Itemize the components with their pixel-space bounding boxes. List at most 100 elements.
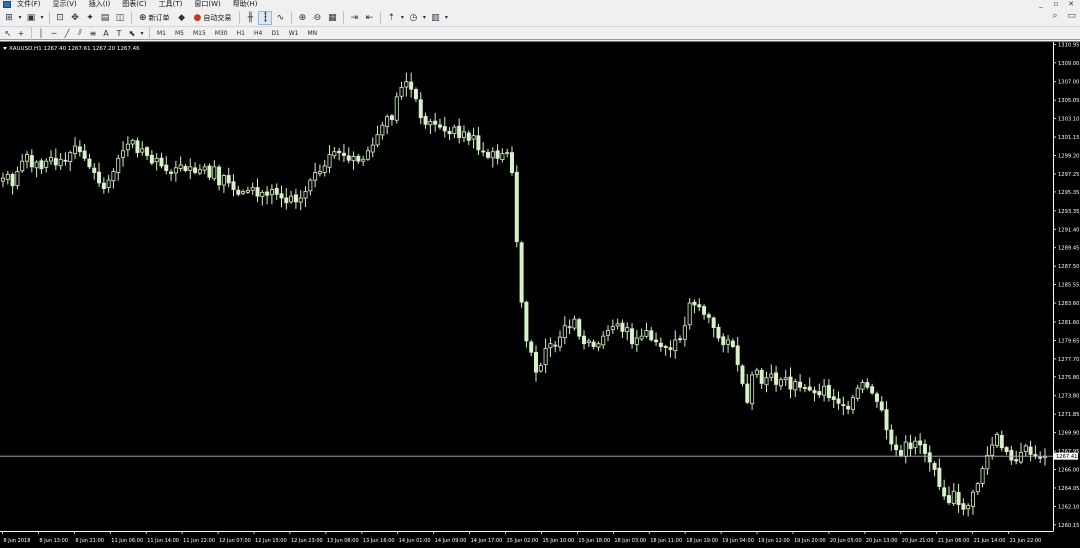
candle-body <box>567 326 572 329</box>
auto-trading-icon: ● <box>193 12 202 23</box>
auto-scroll-icon[interactable]: ⇥ <box>347 11 361 25</box>
cursor-icon[interactable]: ↖ <box>2 28 14 38</box>
timeframe-m30[interactable]: M30 <box>211 28 232 38</box>
candle-body <box>1018 452 1023 463</box>
price-chart[interactable]: 1310.95 1309.00 1307.00 1305.05 1303.10 1301.… <box>0 42 1080 548</box>
indicators-icon[interactable]: ⇡ <box>384 11 398 25</box>
crosshair-icon[interactable]: + <box>15 28 27 38</box>
candle-body <box>351 156 356 162</box>
horizontal-line-icon[interactable]: ─ <box>48 28 60 38</box>
arrows-icon[interactable]: ⬉ <box>126 28 138 38</box>
data-window-icon[interactable]: ✥ <box>68 11 82 25</box>
dropdown-arrow-icon[interactable]: ▾ <box>443 11 449 25</box>
toolbar-separator <box>31 26 32 40</box>
menu-help[interactable]: 帮助(H) <box>233 0 258 9</box>
timeframe-m1[interactable]: M1 <box>153 28 170 38</box>
candle-body <box>702 306 707 315</box>
strategy-tester-icon[interactable]: ◫ <box>113 11 127 25</box>
candle-body <box>289 195 294 203</box>
time-tick-label: 15 Jun 10:00 <box>542 538 574 544</box>
candle-body <box>178 164 183 169</box>
candle-body <box>913 440 918 449</box>
fibonacci-icon[interactable]: ≡ <box>87 28 99 38</box>
minimize-button[interactable]: _ <box>1034 0 1048 9</box>
candle-body <box>82 150 87 159</box>
candle-body <box>121 150 126 158</box>
timeframe-h1[interactable]: H1 <box>233 28 249 38</box>
timeframe-w1[interactable]: W1 <box>285 28 303 38</box>
dropdown-arrow-icon[interactable]: ▾ <box>421 11 427 25</box>
candle-body <box>994 434 999 446</box>
price-tick-label: 1310.95 <box>1058 42 1079 48</box>
zoom-in-icon[interactable]: ⊕ <box>295 11 309 25</box>
candlestick-icon[interactable]: ┇ <box>258 10 273 25</box>
menu-tools[interactable]: 工具(T) <box>159 0 183 9</box>
chat-icon[interactable]: ▭ <box>1067 11 1076 21</box>
candle-body <box>236 189 241 195</box>
candle-body <box>927 452 932 463</box>
dropdown-arrow-icon[interactable]: ▾ <box>399 11 405 25</box>
metaeditor-icon[interactable]: ◆ <box>175 11 189 25</box>
templates-icon[interactable]: ▥ <box>428 11 442 25</box>
close-button[interactable]: ✕ <box>1064 0 1078 9</box>
search-icon[interactable]: ⌕ <box>1052 11 1057 21</box>
candle-body <box>817 391 822 396</box>
menu-view[interactable]: 显示(V) <box>53 0 77 9</box>
candle-body <box>116 157 121 174</box>
new-order-button[interactable]: ⊕ 新订单 <box>135 11 174 25</box>
text-tool-icon[interactable]: A <box>100 28 112 38</box>
navigator-icon[interactable]: ✦ <box>83 11 97 25</box>
candle-body <box>1028 446 1033 455</box>
menu-charts[interactable]: 图表(C) <box>122 0 146 9</box>
candle-body <box>135 140 140 154</box>
chart-header-arrow-icon[interactable] <box>3 47 7 50</box>
zoom-out-icon[interactable]: ⊖ <box>310 11 324 25</box>
candle-body <box>836 398 841 404</box>
candle-body <box>822 385 827 396</box>
candle-body <box>149 154 154 164</box>
dropdown-arrow-icon[interactable]: ▾ <box>17 11 23 25</box>
line-chart-icon[interactable]: ∿ <box>273 11 287 25</box>
market-watch-icon[interactable]: ⊡ <box>53 11 67 25</box>
candle-body <box>937 467 942 487</box>
menu-file[interactable]: 文件(F) <box>17 0 41 9</box>
candle-body <box>452 126 457 134</box>
periods-icon[interactable]: ◷ <box>406 11 420 25</box>
chart-shift-icon[interactable]: ⇤ <box>362 11 376 25</box>
price-tick-label: 1303.10 <box>1058 117 1079 123</box>
new-chart-icon[interactable]: ⊞ <box>2 11 16 25</box>
time-tick-label: 14 Jun 09:00 <box>435 538 467 544</box>
bar-chart-icon[interactable]: ╫ <box>243 11 257 25</box>
candle-body <box>356 155 361 162</box>
profiles-icon[interactable]: ▣ <box>24 11 38 25</box>
candle-body <box>442 126 447 132</box>
vertical-line-icon[interactable]: │ <box>35 28 47 38</box>
dropdown-arrow-icon[interactable]: ▾ <box>139 28 145 38</box>
time-tick-label: 20 Jun 13:00 <box>866 538 898 544</box>
auto-trading-button[interactable]: ● 自动交易 <box>190 11 236 25</box>
timeframe-d1[interactable]: D1 <box>267 28 283 38</box>
timeframe-m5[interactable]: M5 <box>171 28 188 38</box>
timeframe-m15[interactable]: M15 <box>189 28 210 38</box>
candle-body <box>255 187 260 197</box>
chart-window[interactable]: 1310.95 1309.00 1307.00 1305.05 1303.10 1301.… <box>0 41 1080 548</box>
candle-body <box>990 444 995 456</box>
candle-body <box>601 335 606 346</box>
text-label-icon[interactable]: T <box>113 28 125 38</box>
channel-icon[interactable]: ⫽ <box>74 28 86 38</box>
candle-body <box>850 397 855 410</box>
time-tick-label: 18 Jun 19:00 <box>686 538 718 544</box>
tile-windows-icon[interactable]: ▦ <box>325 11 339 25</box>
restore-button[interactable]: ▫ <box>1049 0 1063 9</box>
timeframe-mn[interactable]: MN <box>304 28 322 38</box>
menu-insert[interactable]: 插入(I) <box>89 0 111 9</box>
time-tick-label: 19 Jun 20:00 <box>794 538 826 544</box>
dropdown-arrow-icon[interactable]: ▾ <box>39 11 45 25</box>
timeframe-h4[interactable]: H4 <box>250 28 266 38</box>
price-tick-label: 1295.35 <box>1058 190 1079 196</box>
candle-body <box>649 330 654 341</box>
trendline-icon[interactable]: ╱ <box>61 28 73 38</box>
candle-body <box>111 171 116 182</box>
terminal-icon[interactable]: ▤ <box>98 11 112 25</box>
menu-window[interactable]: 窗口(W) <box>194 0 220 9</box>
